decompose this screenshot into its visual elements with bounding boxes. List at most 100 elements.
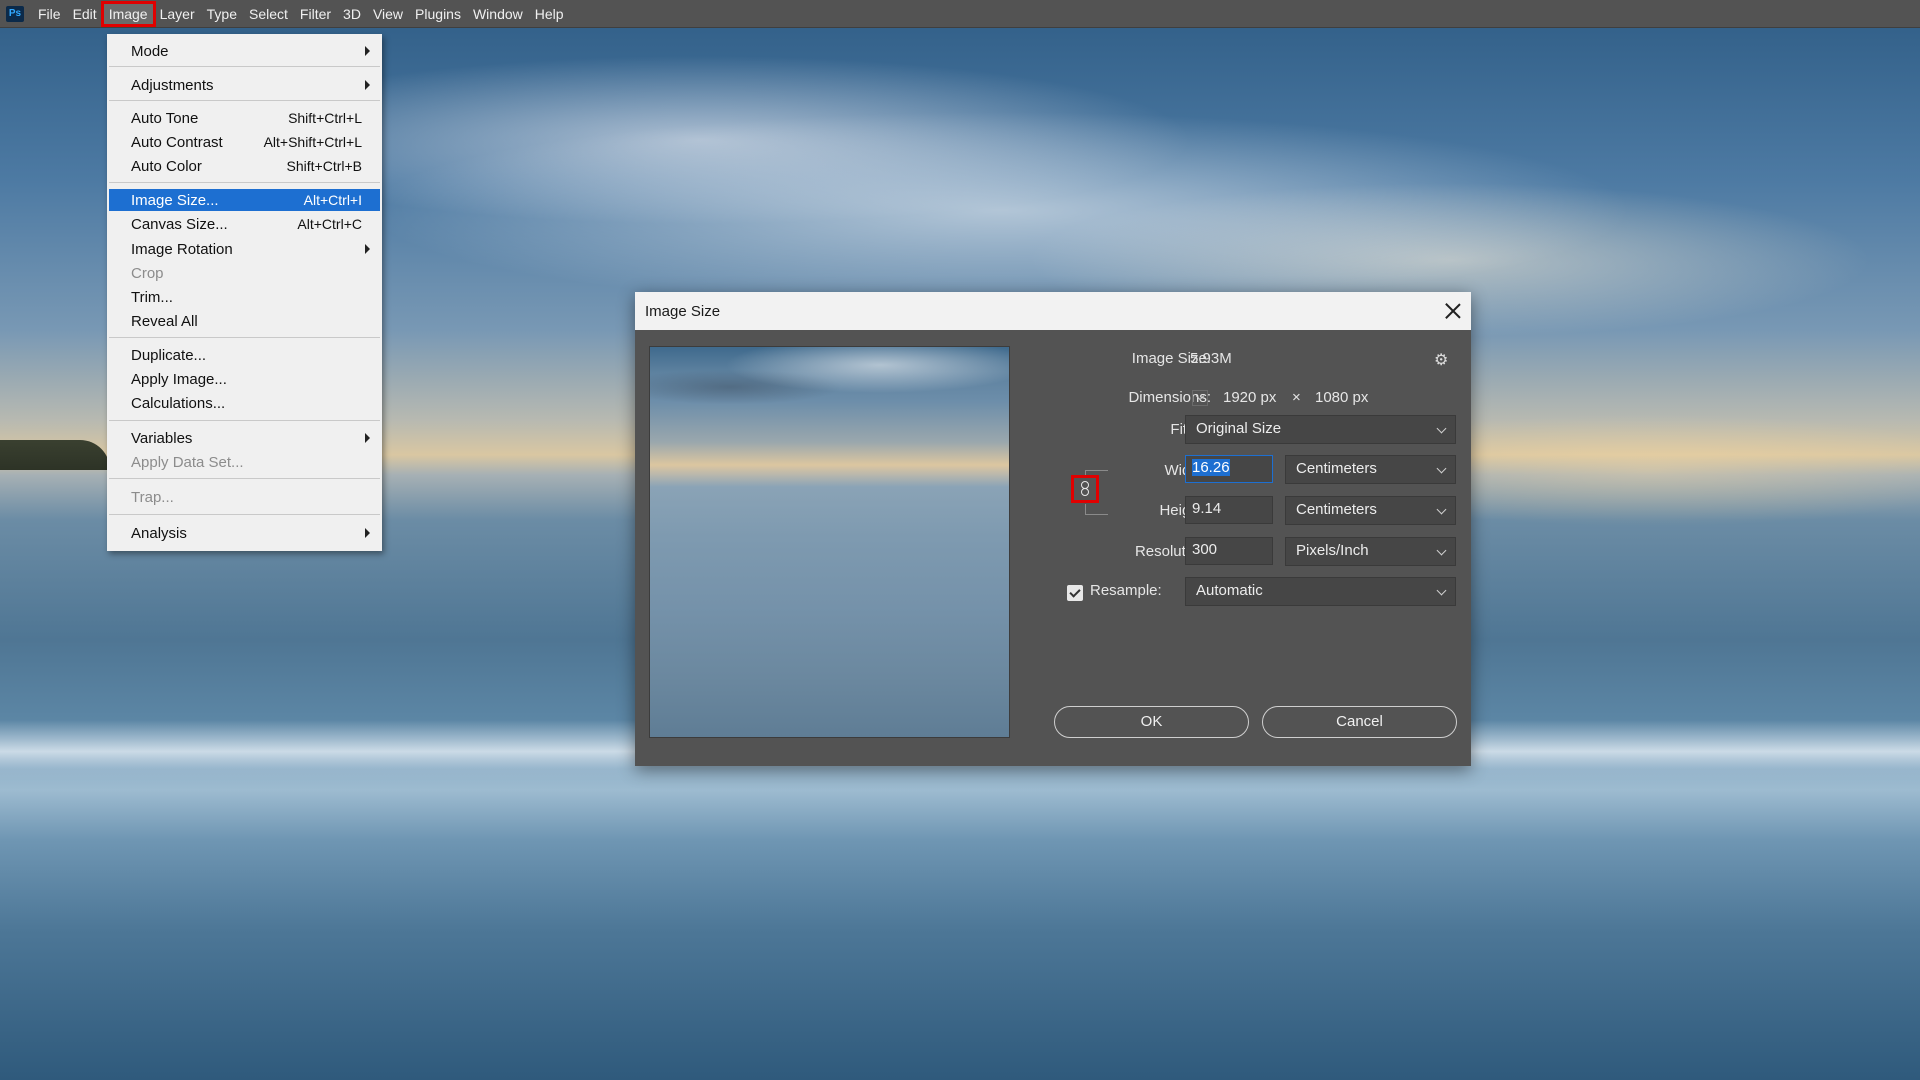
menu-item-shortcut: Alt+Ctrl+I — [303, 192, 362, 208]
menu-item-duplicate[interactable]: Duplicate... — [109, 344, 380, 366]
submenu-arrow-icon — [365, 528, 370, 538]
menu-item-shortcut: Shift+Ctrl+L — [288, 110, 362, 126]
menu-separator — [109, 182, 380, 183]
dialog-title: Image Size — [645, 302, 721, 320]
dimensions-width: 1920 px — [1223, 389, 1277, 406]
menu-item-auto-color[interactable]: Auto Color Shift+Ctrl+B — [109, 155, 380, 177]
fit-to-select[interactable]: Original Size — [1185, 415, 1456, 444]
image-preview[interactable] — [649, 346, 1010, 738]
ok-button[interactable]: OK — [1054, 706, 1249, 738]
menu-type[interactable]: Type — [201, 3, 243, 25]
menu-item-trim[interactable]: Trim... — [109, 286, 380, 308]
menu-plugins[interactable]: Plugins — [409, 3, 467, 25]
menu-item-shortcut: Shift+Ctrl+B — [286, 158, 362, 174]
menu-separator — [109, 478, 380, 479]
menu-item-auto-tone[interactable]: Auto Tone Shift+Ctrl+L — [109, 107, 380, 129]
dimensions-label: Dimensions: — [1128, 389, 1211, 406]
chevron-down-icon — [1436, 585, 1447, 596]
chevron-down-icon[interactable] — [1192, 390, 1208, 406]
menu-item-label: Trap... — [131, 488, 174, 506]
menu-item-variables[interactable]: Variables — [109, 427, 380, 449]
menu-item-shortcut: Alt+Ctrl+C — [297, 216, 362, 232]
resample-label: Resample: — [1090, 582, 1162, 599]
menu-item-apply-image[interactable]: Apply Image... — [109, 368, 380, 390]
submenu-arrow-icon — [365, 80, 370, 90]
dimensions-x: × — [1292, 389, 1301, 406]
image-size-value: 5.93M — [1190, 350, 1232, 367]
menu-window[interactable]: Window — [467, 3, 529, 25]
menu-item-adjustments[interactable]: Adjustments — [109, 74, 380, 96]
menu-item-auto-contrast[interactable]: Auto Contrast Alt+Shift+Ctrl+L — [109, 131, 380, 153]
menu-item-crop: Crop — [109, 262, 380, 284]
menu-item-label: Duplicate... — [131, 346, 207, 364]
resample-select[interactable]: Automatic — [1185, 577, 1456, 606]
menu-filter[interactable]: Filter — [294, 3, 337, 25]
resolution-input[interactable]: 300 — [1185, 537, 1273, 565]
menu-item-label: Mode — [131, 42, 169, 60]
menu-image[interactable]: Image — [100, 0, 156, 27]
menu-item-label: Adjustments — [131, 76, 214, 94]
resolution-unit-value: Pixels/Inch — [1296, 542, 1369, 559]
submenu-arrow-icon — [365, 46, 370, 56]
chevron-down-icon — [1436, 504, 1447, 515]
height-unit-value: Centimeters — [1296, 501, 1377, 518]
menu-item-mode[interactable]: Mode — [109, 40, 380, 62]
menu-item-label: Auto Color — [131, 157, 202, 175]
menu-3d[interactable]: 3D — [337, 3, 367, 25]
width-input[interactable]: 16.26 — [1185, 455, 1273, 483]
submenu-arrow-icon — [365, 244, 370, 254]
menu-item-reveal-all[interactable]: Reveal All — [109, 310, 380, 332]
resolution-value: 300 — [1192, 541, 1218, 558]
menu-help[interactable]: Help — [529, 3, 570, 25]
menu-separator — [109, 337, 380, 338]
chevron-down-icon — [1436, 423, 1447, 434]
constrain-proportions-link-button[interactable] — [1071, 475, 1099, 503]
menu-item-label: Calculations... — [131, 394, 226, 412]
width-unit-value: Centimeters — [1296, 460, 1377, 477]
height-input[interactable]: 9.14 — [1185, 496, 1273, 524]
menu-item-calculations[interactable]: Calculations... — [109, 392, 380, 414]
menu-separator — [109, 420, 380, 421]
menu-item-label: Auto Contrast — [131, 133, 223, 151]
menu-select[interactable]: Select — [243, 3, 294, 25]
photoshop-logo-icon[interactable]: Ps — [6, 5, 24, 22]
width-value: 16.26 — [1192, 459, 1230, 476]
gear-icon[interactable]: ⚙ — [1434, 350, 1448, 370]
menu-item-label: Image Rotation — [131, 240, 233, 258]
menu-view[interactable]: View — [367, 3, 409, 25]
menu-item-label: Apply Data Set... — [131, 453, 244, 471]
dialog-titlebar[interactable]: Image Size — [635, 292, 1471, 330]
chevron-down-icon — [1436, 545, 1447, 556]
menu-item-label: Image Size... — [131, 191, 219, 209]
image-dropdown-menu: Mode Adjustments Auto Tone Shift+Ctrl+L A… — [107, 34, 382, 551]
menu-item-label: Variables — [131, 429, 193, 447]
menu-item-label: Reveal All — [131, 312, 198, 330]
menu-item-trap: Trap... — [109, 486, 380, 508]
menu-edit[interactable]: Edit — [67, 3, 103, 25]
height-unit-select[interactable]: Centimeters — [1285, 496, 1456, 525]
distant-headland — [0, 440, 110, 470]
resample-checkbox[interactable] — [1067, 585, 1083, 601]
menu-item-image-rotation[interactable]: Image Rotation — [109, 238, 380, 260]
menubar: Ps File Edit Image Layer Type Select Fil… — [0, 0, 1920, 28]
height-value: 9.14 — [1192, 500, 1222, 517]
width-unit-select[interactable]: Centimeters — [1285, 455, 1456, 484]
menu-item-apply-data-set: Apply Data Set... — [109, 451, 380, 473]
menu-layer[interactable]: Layer — [154, 3, 201, 25]
menu-separator — [109, 514, 380, 515]
menu-item-image-size[interactable]: Image Size... Alt+Ctrl+I — [109, 189, 380, 211]
dimensions-height: 1080 px — [1315, 389, 1369, 406]
menu-file[interactable]: File — [32, 3, 67, 25]
fit-to-value: Original Size — [1196, 420, 1282, 437]
menu-item-analysis[interactable]: Analysis — [109, 522, 380, 544]
close-icon[interactable] — [1445, 303, 1461, 319]
menu-separator — [109, 100, 380, 101]
resolution-unit-select[interactable]: Pixels/Inch — [1285, 537, 1456, 566]
menu-separator — [109, 66, 380, 67]
menu-item-label: Auto Tone — [131, 109, 199, 127]
cancel-button[interactable]: Cancel — [1262, 706, 1457, 738]
menu-item-label: Trim... — [131, 288, 173, 306]
menu-item-label: Crop — [131, 264, 164, 282]
menu-item-canvas-size[interactable]: Canvas Size... Alt+Ctrl+C — [109, 213, 380, 235]
menu-item-label: Apply Image... — [131, 370, 227, 388]
